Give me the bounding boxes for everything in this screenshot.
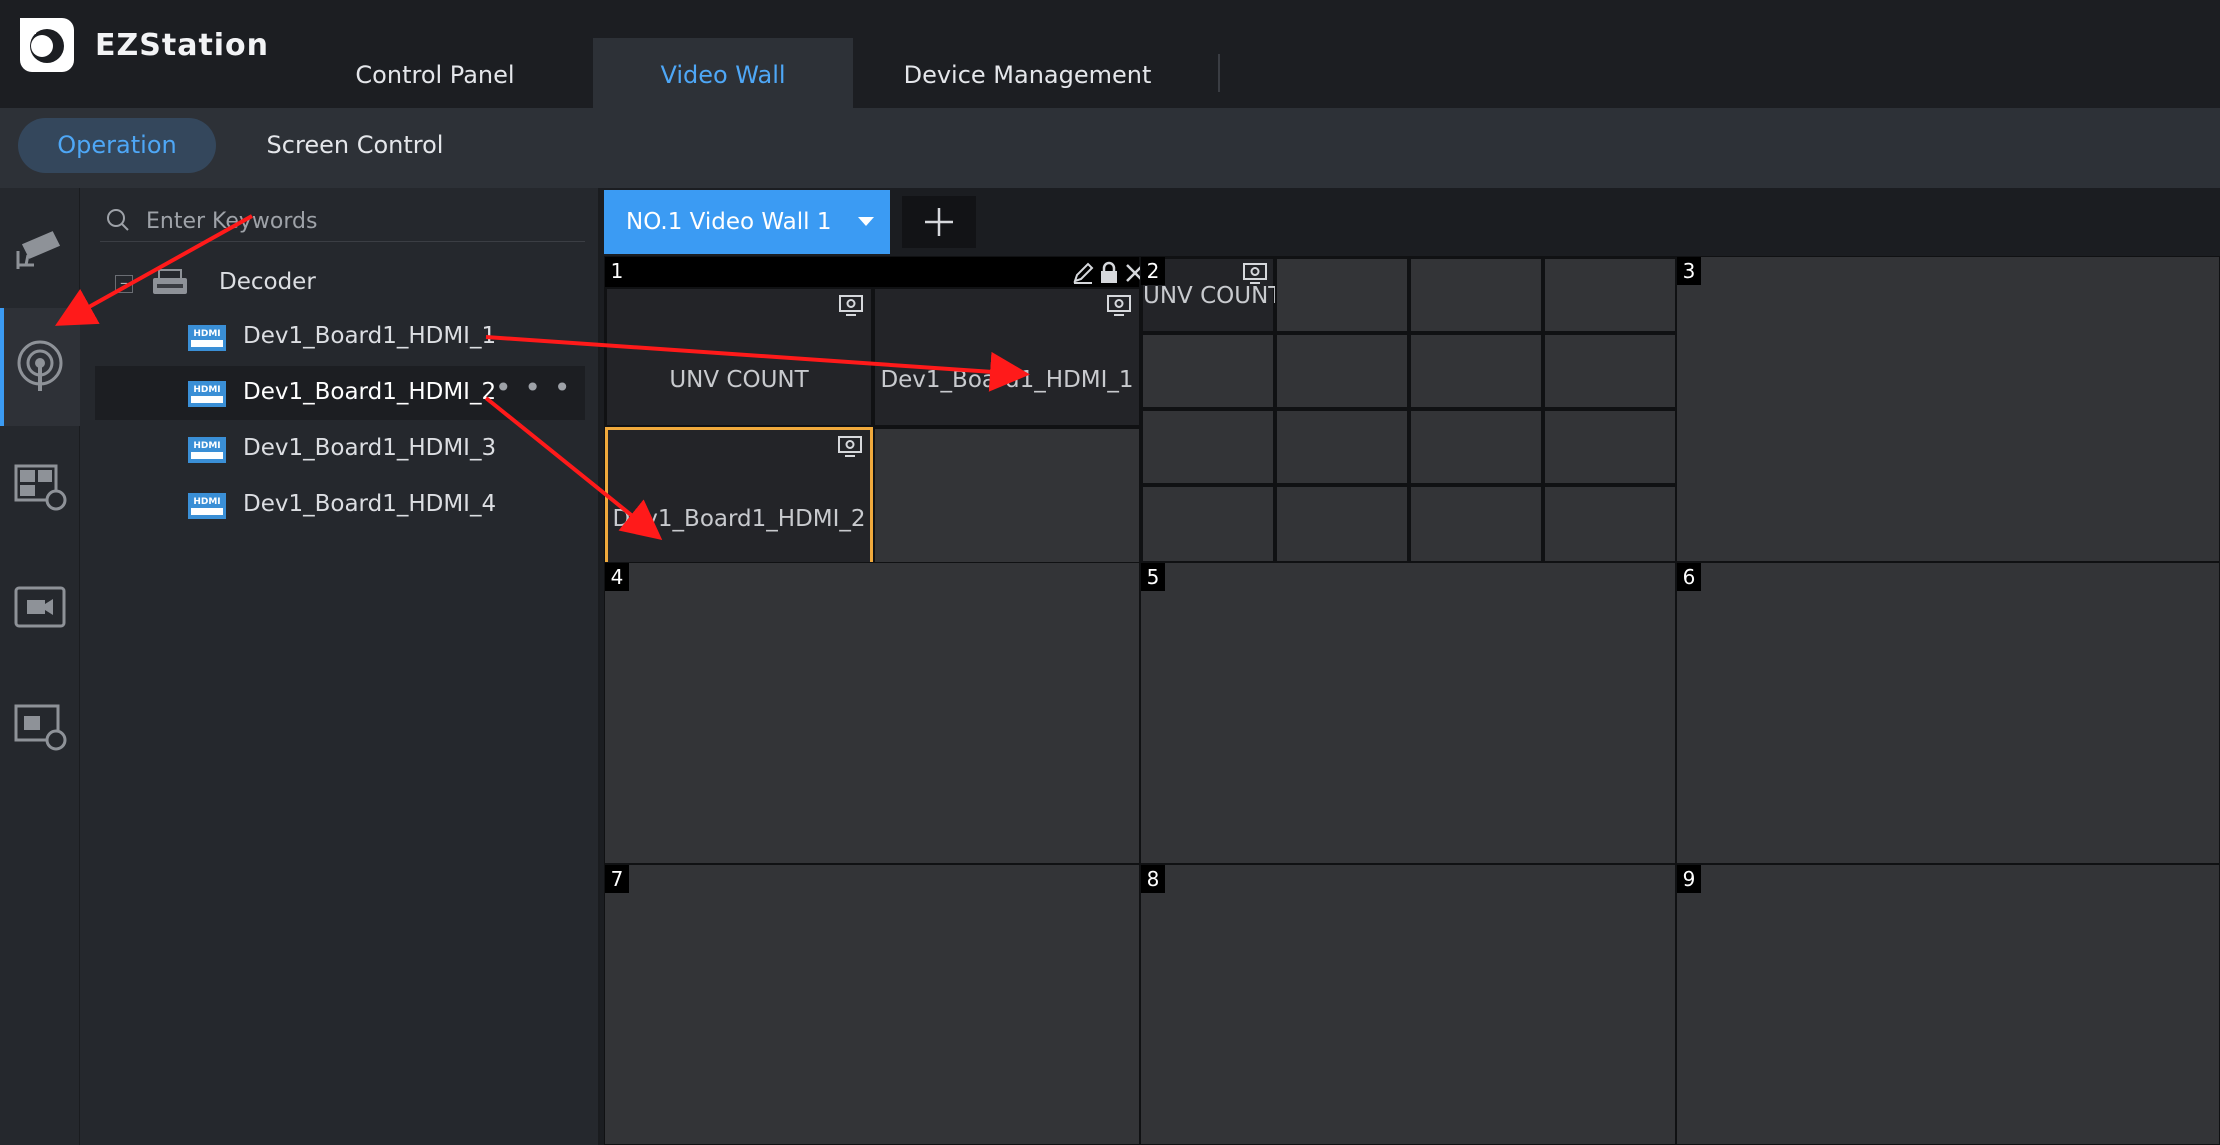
window-label: Dev1_Board1_HDMI_2	[612, 506, 866, 532]
wall-grid: 1 UNV COUNT Dev1_Board1_HDMI_1 Dev1_Boar…	[604, 256, 2220, 1145]
rail-layout[interactable]	[0, 428, 80, 546]
monitor-icon	[1107, 295, 1131, 316]
screen-number: 6	[1677, 563, 1701, 591]
hdmi-icon: HDMI	[188, 325, 226, 351]
window-label: Dev1_Board1_HDMI_1	[880, 367, 1134, 393]
screen-number: 8	[1141, 865, 1165, 893]
wall-screen-9[interactable]: 9	[1676, 864, 2220, 1145]
screen-cell[interactable]	[1141, 333, 1275, 409]
edit-icon[interactable]	[1071, 261, 1095, 285]
screen-number: 7	[605, 865, 629, 893]
window-label: UNV COUNT	[1143, 283, 1283, 309]
screen-cell[interactable]	[1543, 485, 1677, 563]
svg-text:HDMI: HDMI	[193, 497, 220, 507]
wall-screen-8[interactable]: 8	[1140, 864, 1676, 1145]
tab-video-wall[interactable]: Video Wall	[593, 38, 853, 108]
broadcast-icon	[17, 340, 63, 391]
tree-label-decoder: Decoder	[219, 269, 316, 295]
top-bar: EZStation Control Panel Video Wall Devic…	[0, 0, 2220, 108]
tree-item-hdmi-4[interactable]: HDMI Dev1_Board1_HDMI_4	[95, 478, 585, 532]
screen-cell[interactable]	[1409, 333, 1543, 409]
tree-label-hdmi-4: Dev1_Board1_HDMI_4	[243, 491, 497, 517]
screen-cell[interactable]	[1275, 333, 1409, 409]
screen-number: 9	[1677, 865, 1701, 893]
search-icon	[107, 209, 129, 231]
rail-decoder[interactable]	[0, 308, 80, 426]
window-label: UNV COUNT	[669, 367, 809, 393]
decoder-device-icon	[153, 269, 187, 294]
tree-label-hdmi-2: Dev1_Board1_HDMI_2	[243, 379, 497, 405]
screen-cell[interactable]	[1409, 257, 1543, 333]
screen-number: 1	[605, 257, 629, 285]
plus-icon	[925, 208, 953, 236]
screen-cell[interactable]	[1275, 409, 1409, 485]
screen-window-empty[interactable]	[873, 427, 1141, 567]
tab-device-management[interactable]: Device Management	[880, 38, 1175, 108]
screen-cell[interactable]	[1409, 409, 1543, 485]
screen-number: 3	[1677, 257, 1701, 285]
left-icon-rail	[0, 188, 80, 1145]
hdmi-icon: HDMI	[188, 381, 226, 407]
add-wall-button[interactable]	[902, 196, 976, 248]
wall-screen-3[interactable]: 3	[1676, 256, 2220, 562]
subtab-screen-control[interactable]: Screen Control	[250, 118, 460, 173]
more-options-icon[interactable]: • • •	[495, 371, 572, 404]
hdmi-icon: HDMI	[188, 437, 226, 463]
video-wall-area: NO.1 Video Wall 1 1 UNV COUNT Dev1_Board…	[602, 188, 2220, 1145]
tree-item-hdmi-1[interactable]: HDMI Dev1_Board1_HDMI_1	[95, 310, 585, 364]
screen-cell[interactable]	[1543, 409, 1677, 485]
wall-tab-selector[interactable]: NO.1 Video Wall 1	[604, 190, 890, 254]
search-box	[100, 200, 585, 242]
screen-cell[interactable]	[1409, 485, 1543, 563]
screen-number: 5	[1141, 563, 1165, 591]
tree-item-hdmi-2[interactable]: HDMI Dev1_Board1_HDMI_2 • • •	[95, 366, 585, 420]
screen-cell[interactable]	[1543, 333, 1677, 409]
monitor-icon	[1243, 263, 1267, 284]
video-camera-icon	[14, 586, 66, 628]
wall-screen-5[interactable]: 5	[1140, 562, 1676, 864]
screen-cell[interactable]	[1543, 257, 1677, 333]
svg-text:HDMI: HDMI	[193, 385, 220, 395]
rail-video[interactable]	[0, 548, 80, 666]
chevron-down-icon[interactable]	[858, 217, 874, 226]
collapse-toggle[interactable]: –	[115, 275, 133, 293]
svg-text:HDMI: HDMI	[193, 441, 220, 451]
screen-1-header	[605, 257, 1144, 287]
wall-screen-6[interactable]: 6	[1676, 562, 2220, 864]
app-title: EZStation	[95, 28, 270, 63]
tab-separator	[1218, 54, 1220, 92]
screen-cell[interactable]	[1275, 257, 1409, 333]
sub-tab-bar: Operation Screen Control	[0, 108, 2220, 188]
surveillance-camera-icon	[16, 231, 61, 269]
wall-screen-7[interactable]: 7	[604, 864, 1140, 1145]
screen-cell[interactable]	[1275, 485, 1409, 563]
device-tree-panel: – Decoder HDMI Dev1_Board1_HDMI_1 HDMI D…	[80, 188, 600, 1145]
screen-cell[interactable]	[1141, 409, 1275, 485]
tree-label-hdmi-1: Dev1_Board1_HDMI_1	[243, 323, 497, 349]
screen-number: 4	[605, 563, 629, 591]
svg-text:HDMI: HDMI	[193, 329, 220, 339]
rail-camera[interactable]	[0, 188, 80, 306]
wall-tab-label: NO.1 Video Wall 1	[626, 209, 832, 235]
wall-screen-4[interactable]: 4	[604, 562, 1140, 864]
hdmi-icon: HDMI	[188, 493, 226, 519]
tree-node-decoder[interactable]: – Decoder	[95, 256, 585, 310]
tree-label-hdmi-3: Dev1_Board1_HDMI_3	[243, 435, 497, 461]
app-logo-icon	[20, 18, 74, 72]
lock-icon[interactable]	[1097, 261, 1121, 285]
subtab-operation[interactable]: Operation	[18, 118, 216, 173]
playback-refresh-icon	[14, 704, 67, 751]
tree-item-hdmi-3[interactable]: HDMI Dev1_Board1_HDMI_3	[95, 422, 585, 476]
screen-window[interactable]: UNV COUNT	[605, 287, 873, 427]
screen-window[interactable]: Dev1_Board1_HDMI_1	[873, 287, 1141, 427]
wall-refresh-icon	[14, 464, 67, 511]
monitor-icon	[838, 436, 862, 457]
monitor-icon	[839, 295, 863, 316]
screen-number: 2	[1141, 257, 1165, 285]
search-input[interactable]	[146, 204, 566, 238]
rail-playback[interactable]	[0, 668, 80, 786]
screen-cell[interactable]	[1141, 485, 1275, 563]
tab-control-panel[interactable]: Control Panel	[330, 38, 540, 108]
screen-window-selected[interactable]: Dev1_Board1_HDMI_2	[605, 427, 873, 567]
